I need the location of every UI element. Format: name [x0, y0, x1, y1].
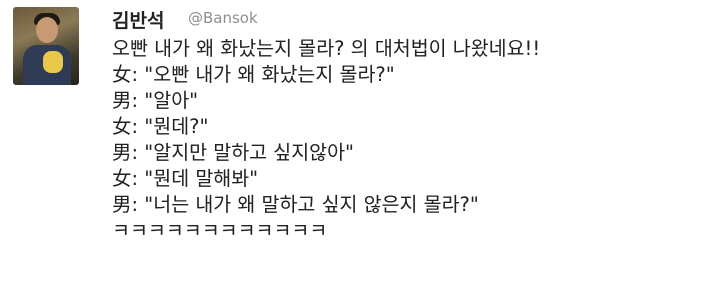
tweet-line: 男: "알지만 말하고 싶지않아" [112, 140, 540, 166]
speaker-label: 男 [112, 193, 132, 216]
line-text: : "알지만 말하고 싶지않아" [131, 141, 355, 164]
speaker-label: 女 [112, 63, 132, 86]
tweet-line: ㅋㅋㅋㅋㅋㅋㅋㅋㅋㅋㅋㅋ [112, 218, 540, 244]
user-handle[interactable]: @Bansok [188, 9, 258, 27]
line-text: : "너는 내가 왜 말하고 싶지 않은지 몰라?" [131, 193, 479, 216]
avatar[interactable] [13, 7, 79, 85]
tweet-text: 오빤 내가 왜 화났는지 몰라? 의 대처법이 나왔네요!! 女: "오빤 내가… [112, 36, 540, 244]
tweet-line: 男: "너는 내가 왜 말하고 싶지 않은지 몰라?" [112, 192, 540, 218]
speaker-label: 女 [112, 115, 132, 138]
tweet-line: 女: "뭔데 말해봐" [112, 166, 540, 192]
tweet-card: 김반석 @Bansok 오빤 내가 왜 화났는지 몰라? 의 대처법이 나왔네요… [0, 0, 710, 283]
speaker-label: 男 [112, 141, 132, 164]
tweet-line: 女: "오빤 내가 왜 화났는지 몰라?" [112, 62, 540, 88]
line-text: ㅋㅋㅋㅋㅋㅋㅋㅋㅋㅋㅋㅋ [112, 219, 328, 242]
line-text: : "뭔데 말해봐" [131, 167, 259, 190]
avatar-toy [43, 51, 63, 73]
speaker-label: 女 [112, 167, 132, 190]
tweet-line: 오빤 내가 왜 화났는지 몰라? 의 대처법이 나왔네요!! [112, 36, 540, 62]
tweet-line: 女: "뭔데?" [112, 114, 540, 140]
line-text: : "알아" [131, 89, 199, 112]
tweet-line: 男: "알아" [112, 88, 540, 114]
speaker-label: 男 [112, 89, 132, 112]
display-name[interactable]: 김반석 [112, 6, 164, 33]
line-text: : "오빤 내가 왜 화났는지 몰라?" [131, 63, 395, 86]
line-text: : "뭔데?" [131, 115, 209, 138]
line-text: 오빤 내가 왜 화났는지 몰라? 의 대처법이 나왔네요!! [112, 37, 541, 60]
avatar-face [36, 17, 58, 43]
